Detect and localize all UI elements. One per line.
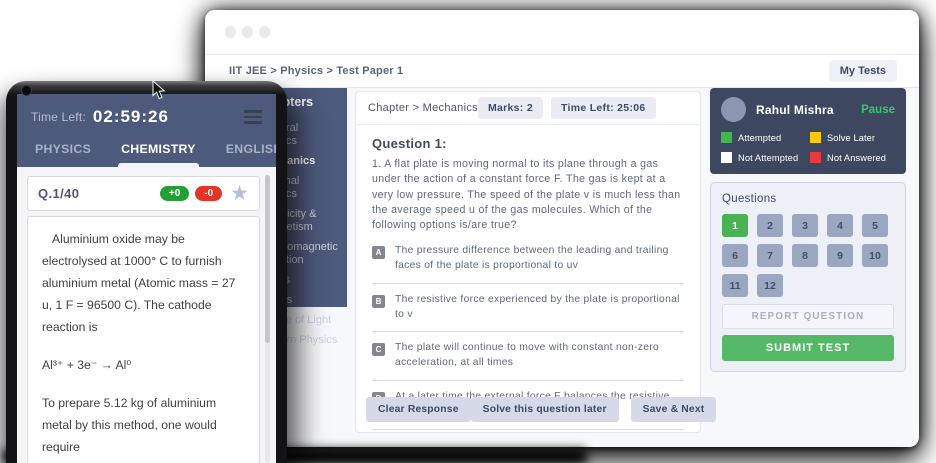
browser-window: IIT JEE > Physics > Test Paper 1 My Test… [205, 10, 919, 447]
mobile-question-text: Aluminium oxide may be electrolysed at 1… [42, 229, 245, 339]
mobile-header: Time Left: 02:59:26 [17, 94, 276, 127]
window-control-dot[interactable] [242, 26, 253, 38]
option-a-chip: A [372, 246, 385, 259]
option-a[interactable]: A The pressure difference between the le… [372, 244, 684, 274]
question-number-12[interactable]: 12 [757, 274, 783, 297]
question-card: Chapter > Mechanics Marks: 2 Time Left: … [355, 91, 701, 433]
phone-camera [21, 85, 32, 96]
status-legend: Attempted Solve Later Not Attempted [721, 132, 895, 163]
clear-response-button[interactable]: Clear Response [366, 397, 471, 422]
option-c-chip: C [372, 343, 385, 356]
legend-solve-later: Solve Later [810, 132, 895, 143]
window-control-dot[interactable] [259, 26, 270, 38]
window-controls [225, 26, 270, 38]
mobile-question-body: Aluminium oxide may be electrolysed at 1… [27, 216, 260, 463]
window-control-dot[interactable] [225, 26, 236, 38]
phone-screen: Time Left: 02:59:26 PHYSICS CHEMISTRY EN… [17, 94, 276, 463]
bookmark-star-icon[interactable]: ★ [230, 187, 249, 201]
question-footer: Clear Response Solve this question later… [366, 397, 690, 422]
option-divider [372, 283, 684, 284]
question-body: Question 1: 1. A flat plate is moving no… [356, 125, 700, 430]
chapter-breadcrumb: Chapter > Mechanics [368, 102, 478, 114]
option-c-text: The plate will continue to move with con… [395, 341, 684, 371]
phone-window: Time Left: 02:59:26 PHYSICS CHEMISTRY EN… [6, 81, 287, 463]
question-card-header: Chapter > Mechanics Marks: 2 Time Left: … [356, 92, 700, 125]
solve-later-button[interactable]: Solve this question later [471, 397, 619, 422]
questions-panel: Questions 1 2 3 4 5 6 7 8 9 10 11 12 [710, 182, 906, 372]
question-number-grid: 1 2 3 4 5 6 7 8 9 10 11 12 [722, 214, 894, 297]
pause-button[interactable]: Pause [861, 104, 895, 116]
legend-not-answered: Not Answered [810, 152, 895, 163]
avatar [721, 97, 746, 122]
question-number-4[interactable]: 4 [827, 214, 853, 237]
timer-value: 02:59:26 [93, 107, 169, 127]
legend-not-attempted: Not Attempted [721, 152, 806, 163]
question-number-11[interactable]: 11 [722, 274, 748, 297]
question-number-1[interactable]: 1 [722, 214, 748, 237]
save-next-button[interactable]: Save & Next [631, 397, 717, 422]
equation: Al³⁺ + 3e⁻ → Al⁰ [42, 355, 245, 377]
mobile-content: Q.1/40 +0 -0 ★ Aluminium oxide may be el… [17, 167, 276, 463]
option-b-chip: B [372, 295, 385, 308]
option-divider [372, 380, 684, 381]
user-name: Rahul Mishra [756, 103, 834, 117]
question-number-2[interactable]: 2 [757, 214, 783, 237]
attempted-swatch [721, 132, 732, 143]
question-title: Question 1: [372, 136, 684, 151]
question-number-9[interactable]: 9 [827, 244, 853, 267]
right-panel: Rahul Mishra Pause Attempted Solve Later [710, 88, 906, 372]
question-number-7[interactable]: 7 [757, 244, 783, 267]
question-number-8[interactable]: 8 [792, 244, 818, 267]
option-a-text: The pressure difference between the lead… [395, 244, 684, 274]
breadcrumb[interactable]: IIT JEE > Physics > Test Paper 1 [229, 65, 403, 77]
question-text: 1. A flat plate is moving normal to its … [372, 157, 684, 234]
time-left-label: Time Left: [31, 110, 86, 124]
report-question-button[interactable]: REPORT QUESTION [722, 304, 894, 329]
my-tests-button[interactable]: My Tests [829, 60, 897, 82]
question-number-10[interactable]: 10 [862, 244, 888, 267]
option-b-text: The resistive force experienced by the p… [395, 293, 684, 323]
option-c[interactable]: C The plate will continue to move with c… [372, 341, 684, 371]
questions-title: Questions [722, 193, 894, 205]
tab-english-proficiency[interactable]: ENGLISH PROFICIENCY [223, 142, 276, 167]
tab-chemistry[interactable]: CHEMISTRY [118, 142, 199, 167]
not-attempted-swatch [721, 152, 732, 163]
negative-marks-badge: -0 [195, 186, 222, 201]
submit-test-button[interactable]: SUBMIT TEST [722, 335, 894, 361]
legend-attempted: Attempted [721, 132, 806, 143]
question-number-6[interactable]: 6 [722, 244, 748, 267]
option-divider [372, 331, 684, 332]
browser-topbar [205, 10, 919, 55]
positive-marks-badge: +0 [160, 186, 189, 201]
mobile-question-header: Q.1/40 +0 -0 ★ [27, 176, 260, 211]
solve-later-swatch [810, 132, 821, 143]
marks-badge: Marks: 2 [478, 97, 543, 119]
menu-icon[interactable] [244, 110, 262, 124]
mobile-question-text-2: To prepare 5.12 kg of aluminium metal by… [42, 393, 245, 459]
breadcrumb-bar: IIT JEE > Physics > Test Paper 1 My Test… [205, 55, 919, 88]
not-answered-swatch [810, 152, 821, 163]
time-left-badge: Time Left: 25:06 [551, 97, 656, 119]
mouse-cursor [152, 80, 167, 101]
question-number-5[interactable]: 5 [862, 214, 888, 237]
subject-tabs: PHYSICS CHEMISTRY ENGLISH PROFICIENCY [17, 127, 276, 167]
option-b[interactable]: B The resistive force experienced by the… [372, 293, 684, 323]
desktop-canvas: IIT JEE > Physics > Test Paper 1 My Test… [0, 0, 936, 463]
option-divider [372, 429, 684, 430]
question-number-3[interactable]: 3 [792, 214, 818, 237]
tab-physics[interactable]: PHYSICS [32, 142, 94, 167]
user-card: Rahul Mishra Pause Attempted Solve Later [710, 88, 906, 174]
question-counter: Q.1/40 [38, 186, 79, 201]
scrollbar-thumb[interactable] [265, 175, 270, 343]
scrollbar[interactable] [265, 175, 270, 463]
browser-content: Chapters General Physics Mechanics Therm… [205, 88, 919, 447]
